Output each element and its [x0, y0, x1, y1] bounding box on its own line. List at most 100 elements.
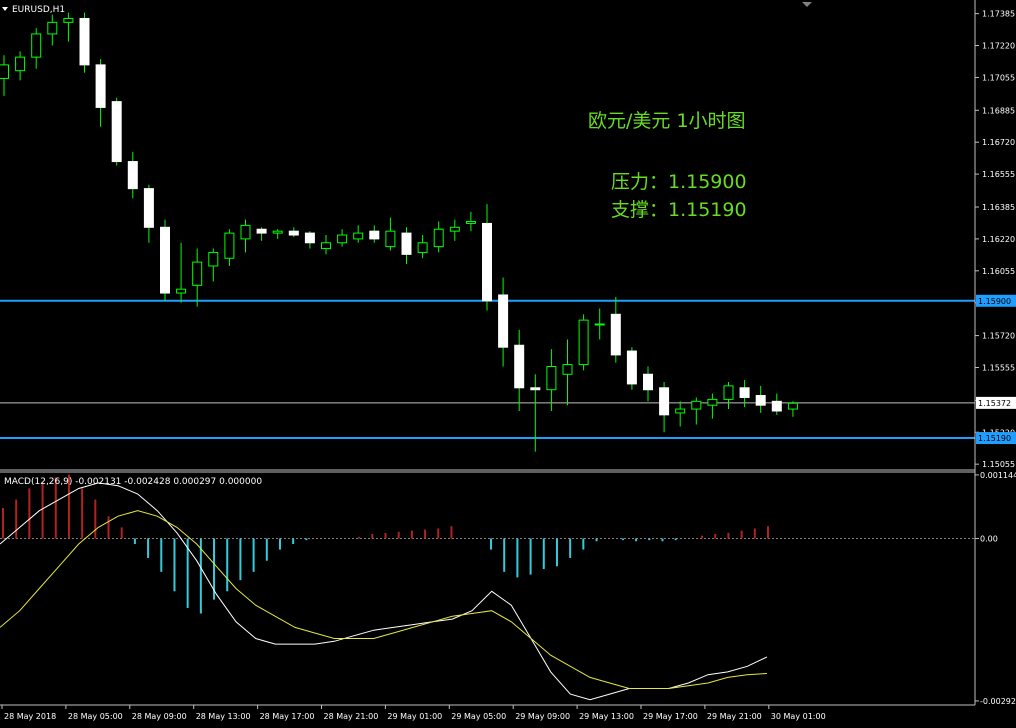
macd-histogram-bar: [81, 488, 84, 539]
macd-histogram-bar: [384, 532, 387, 539]
macd-histogram-bar: [15, 499, 18, 539]
macd-histogram-bar: [595, 538, 598, 542]
price-tick-label: 1.17385: [982, 10, 1015, 19]
candle-bear: [626, 350, 637, 385]
candle-bear: [482, 222, 492, 302]
candle-bear: [498, 294, 509, 348]
price-tick-label: 1.16220: [982, 235, 1015, 244]
candle-bull: [675, 408, 686, 414]
macd-tick-label: 0.00: [980, 534, 998, 543]
price-tick-label: 1.15720: [982, 332, 1015, 341]
macd-histogram-bar: [133, 538, 136, 545]
macd-histogram-bar: [305, 538, 308, 541]
candle-bull: [208, 251, 219, 267]
candle-bull: [176, 288, 187, 294]
macd-histogram-bar: [173, 538, 176, 592]
macd-histogram-bar: [714, 534, 717, 539]
candle-bull: [578, 319, 589, 366]
support-price-label: 1.15190: [978, 434, 1011, 443]
time-tick-label: 29 May 05:00: [451, 712, 506, 721]
candle-bull: [723, 385, 734, 400]
macd-histogram-bar: [582, 538, 585, 550]
macd-histogram-bar: [767, 526, 769, 539]
macd-histogram-bar: [569, 538, 572, 558]
macd-tick-label: 0.001144: [980, 471, 1016, 480]
candle-bear: [143, 188, 154, 228]
price-tick-label: 1.16555: [982, 170, 1015, 179]
candle-bull: [224, 232, 235, 259]
macd-histogram-bar: [410, 530, 413, 539]
candle-bear: [401, 232, 412, 255]
macd-histogram-bar: [490, 538, 493, 550]
candle-bear: [256, 228, 267, 234]
macd-histogram-bar: [252, 538, 255, 572]
candle-bull: [272, 230, 283, 234]
candle-bull: [707, 398, 718, 406]
candle-bull: [63, 17, 74, 23]
macd-histogram-bar: [28, 488, 31, 539]
time-tick-label: 28 May 09:00: [132, 712, 187, 721]
macd-histogram-bar: [424, 529, 427, 539]
macd-histogram-bar: [160, 538, 163, 572]
macd-histogram-bar: [120, 527, 123, 539]
candle-bull: [31, 33, 42, 58]
resistance-price-label: 1.15900: [978, 297, 1011, 306]
time-tick-label: 29 May 17:00: [643, 712, 698, 721]
candle-bull: [15, 56, 26, 72]
candle-bull: [192, 261, 203, 286]
candle-bear: [659, 387, 670, 416]
macd-histogram-bar: [94, 499, 97, 539]
time-tick-label: 29 May 13:00: [579, 712, 634, 721]
indicator-label: MACD(12,26,9) -0.002131 -0.002428 0.0002…: [4, 477, 262, 487]
time-tick-label: 28 May 21:00: [324, 712, 379, 721]
candle-bull: [465, 220, 476, 224]
candle-bull: [562, 364, 573, 375]
candle-bull: [691, 400, 702, 410]
symbol-label: EURUSD,H1: [12, 5, 65, 15]
macd-histogram-bar: [621, 538, 624, 541]
macd-histogram-bar: [529, 538, 532, 575]
annotation-resistance: 压力：1.15900: [611, 171, 747, 193]
candle-bear: [95, 64, 106, 108]
macd-histogram-bar: [753, 528, 756, 539]
candle-bull: [433, 228, 444, 248]
macd-histogram-bar: [635, 538, 638, 542]
candle-bull: [546, 366, 557, 391]
candle-bear: [755, 395, 766, 406]
time-tick-label: 29 May 09:00: [515, 712, 570, 721]
macd-histogram-bar: [740, 530, 743, 539]
time-tick-label: 30 May 01:00: [771, 712, 826, 721]
candle-bear: [369, 230, 380, 240]
candle-bull: [47, 21, 58, 35]
price-tick-label: 1.17055: [982, 73, 1015, 82]
price-tick-label: 1.15555: [982, 363, 1015, 372]
macd-tick-label: -0.002923: [980, 697, 1016, 706]
candle-bull: [353, 232, 364, 240]
macd-histogram-bar: [265, 538, 268, 561]
candle-bear: [111, 101, 122, 163]
chart-window[interactable]: 1.17385 1.17220 1.17055 1.16885 1.16720 1.165…: [0, 0, 1016, 728]
candle-bear: [771, 400, 782, 412]
time-tick-label: 29 May 21:00: [707, 712, 762, 721]
candle-bear: [127, 161, 138, 190]
annotation-title: 欧元/美元 1小时图: [588, 110, 746, 132]
candle-bull: [417, 242, 428, 253]
time-tick-label: 29 May 01:00: [387, 712, 442, 721]
candle-bull: [337, 234, 348, 244]
macd-histogram-bar: [292, 538, 295, 545]
price-tick-label: 1.16055: [982, 267, 1015, 276]
symbol-header[interactable]: EURUSD,H1: [2, 5, 65, 15]
candle-bull: [449, 226, 460, 232]
macd-histogram-bar: [555, 538, 558, 567]
macd-histogram-bar: [397, 531, 400, 539]
macd-histogram-bar: [503, 538, 506, 572]
macd-histogram-bar: [358, 536, 361, 539]
macd-histogram-bar: [701, 535, 704, 539]
price-tick-label: 1.15055: [982, 460, 1015, 469]
candle-bull: [240, 224, 251, 240]
macd-histogram-bar: [2, 507, 4, 539]
candle-bear: [739, 387, 750, 398]
macd-histogram-bar: [226, 538, 229, 592]
macd-histogram-bar: [661, 538, 664, 542]
chart-background: [0, 0, 1016, 728]
